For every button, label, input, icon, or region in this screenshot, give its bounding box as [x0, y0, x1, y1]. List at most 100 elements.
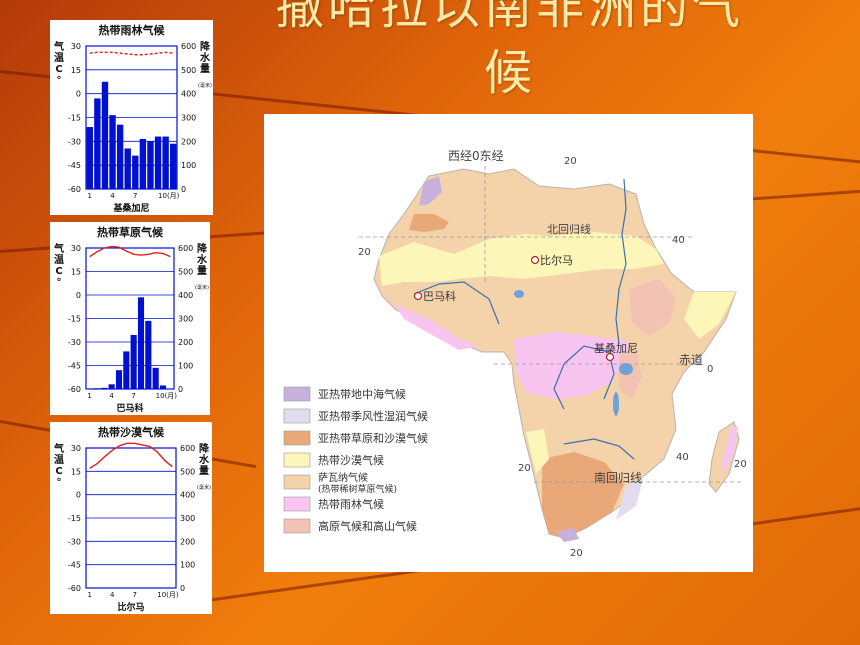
precip-tick-label: 600 — [178, 244, 193, 253]
precip-bar — [101, 81, 109, 189]
precip-bar — [109, 115, 116, 189]
temp-tick-label: 15 — [71, 268, 81, 277]
temp-axis-label-char: C — [55, 466, 62, 477]
label-lat20-right: 20 — [734, 459, 747, 470]
label-prime: 西经0东经 — [448, 149, 504, 163]
chart-svg: 热带草原气候气温C° 降水量 (毫米) 30 600 15 500 0 400 -15 300 -30… — [53, 225, 209, 414]
precip-bar — [94, 98, 101, 189]
temp-axis-label-char: ° — [57, 277, 62, 288]
precip-axis-label-char: 降 — [197, 242, 208, 255]
label-lon40-top: 40 — [672, 235, 685, 246]
precip-axis-label-char: 量 — [197, 264, 207, 277]
temp-axis-label-char: C — [55, 64, 62, 75]
precip-tick-label: 300 — [181, 114, 196, 123]
precip-tick-label: 400 — [178, 291, 193, 300]
temp-tick-label: -15 — [68, 514, 81, 523]
label-lon20-top: 20 — [564, 156, 577, 167]
x-tick-label: 10(月) — [158, 192, 180, 200]
label-equator-zero: 0 — [707, 364, 713, 375]
temp-axis-label-char: ° — [57, 75, 62, 86]
precip-tick-label: 500 — [181, 66, 196, 75]
precip-bar — [154, 136, 162, 189]
legend-swatch — [283, 474, 311, 490]
legend-label: 热带沙漠气候 — [318, 453, 384, 467]
map-svg: 比尔马 巴马科 基桑加尼 西经0东经 20 20 40 北回归线 赤道 0 20… — [283, 149, 747, 559]
precip-tick-label: 0 — [180, 584, 185, 593]
temp-axis-label-char: C — [55, 266, 62, 277]
x-tick-label: 10(月) — [157, 591, 179, 599]
legend-label: 热带雨林气候 — [318, 497, 384, 511]
precip-axis-unit: (毫米) — [197, 484, 211, 491]
city-label-bilma: 比尔马 — [540, 254, 573, 267]
precip-tick-label: 600 — [181, 42, 196, 51]
legend-swatch — [283, 452, 311, 468]
precip-bar — [170, 143, 177, 189]
station-name: 巴马科 — [116, 402, 143, 414]
city-marker-bamako — [413, 291, 423, 301]
precip-tick-label: 400 — [180, 491, 195, 500]
precip-tick-label: 100 — [181, 161, 196, 170]
map-legend: 亚热带地中海气候亚热带季风性湿润气候亚热带草原和沙漠气候热带沙漠气候萨瓦纳气候(… — [283, 386, 428, 534]
chart-svg: 热带沙漠气候气温C° 降水量 (毫米) 30 600 15 500 0 400 -15 300 -30… — [53, 425, 211, 613]
precip-tick-label: 300 — [178, 315, 193, 324]
temp-tick-label: 0 — [76, 291, 81, 300]
temp-axis-label-char: 温 — [54, 453, 64, 466]
temp-tick-label: 0 — [76, 491, 81, 500]
x-tick-label: 1 — [87, 392, 91, 400]
temp-tick-label: 30 — [71, 244, 81, 253]
precip-axis-label-char: 水 — [196, 253, 208, 266]
precip-axis-unit: (毫米) — [198, 82, 212, 89]
legend-swatch — [283, 496, 311, 512]
city-marker-bilma — [530, 255, 540, 265]
label-lon20-bottom: 20 — [570, 548, 583, 559]
x-tick-label: 4 — [110, 591, 115, 599]
temp-axis-label-char: 气 — [53, 242, 64, 255]
temp-tick-label: 0 — [76, 90, 81, 99]
legend-swatch — [283, 386, 311, 402]
legend-swatch — [283, 518, 311, 534]
temp-tick-label: -45 — [68, 561, 81, 570]
lake-victoria — [619, 363, 633, 375]
precip-tick-label: 400 — [181, 90, 196, 99]
precip-bar — [139, 138, 147, 189]
legend-swatch — [283, 430, 311, 446]
precip-tick-label: 200 — [180, 537, 195, 546]
climate-chart-desert: 热带沙漠气候气温 C ° 降水量 (毫米) 30 600 15 500 0 400 -15 300 -30… — [50, 422, 212, 614]
legend-label: 亚热带地中海气候 — [318, 387, 406, 401]
x-tick-label: 7 — [131, 392, 135, 400]
label-lat20-left: 20 — [358, 247, 371, 258]
precip-tick-label: 500 — [180, 467, 195, 476]
precip-bar — [115, 370, 123, 389]
precip-tick-label: 200 — [181, 137, 196, 146]
legend-label: 萨瓦纳气候 — [318, 471, 368, 484]
temp-tick-label: -30 — [68, 137, 81, 146]
precip-tick-label: 0 — [178, 385, 183, 394]
climate-chart-savanna: 热带草原气候气温 C ° 降水量 (毫米) 30 600 15 500 0 400 -15 300 -30… — [50, 222, 210, 415]
label-lon40-bottom: 40 — [676, 452, 689, 463]
label-tropic-north: 北回归线 — [547, 222, 591, 236]
precip-tick-label: 300 — [180, 514, 195, 523]
precip-tick-label: 0 — [181, 185, 186, 194]
slide-title-line2: 候 — [483, 45, 536, 101]
temp-axis-label-char: 气 — [53, 442, 64, 455]
precip-bar — [123, 351, 130, 389]
precip-bar — [86, 127, 93, 189]
x-tick-label: 7 — [133, 192, 137, 200]
climate-chart-rainforest: 热带雨林气候气温 C ° 降水量 (毫米) 30 600 15 500 0 400 -15 300 -30… — [50, 20, 213, 215]
precip-bar — [145, 320, 152, 389]
slide-title: 撒哈拉以南非洲的气 候 — [230, 0, 790, 106]
precip-tick-label: 200 — [178, 338, 193, 347]
label-equator: 赤道 — [679, 353, 703, 367]
precip-bar — [130, 334, 137, 389]
precip-bar — [159, 385, 167, 389]
x-tick-label: 4 — [110, 192, 115, 200]
temp-tick-label: -60 — [68, 584, 81, 593]
precip-bar — [162, 136, 169, 189]
temp-axis-label-char: 气 — [53, 40, 64, 53]
legend-sublabel: (热带稀树草原气候) — [318, 483, 397, 495]
precip-tick-label: 100 — [180, 561, 195, 570]
precip-axis-label-char: 量 — [199, 464, 209, 477]
legend-label: 亚热带草原和沙漠气候 — [318, 431, 428, 445]
x-tick-label: 1 — [88, 591, 92, 599]
precip-bar — [101, 387, 108, 389]
